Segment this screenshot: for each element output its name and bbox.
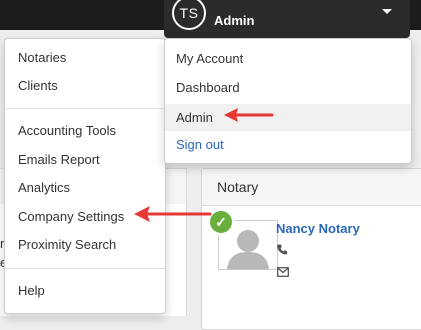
phone-icon: [277, 244, 287, 258]
menu-divider: [5, 268, 165, 269]
user-avatar: TS: [172, 0, 206, 30]
annotation-arrow-icon: [224, 108, 274, 122]
menu-item-dashboard[interactable]: Dashboard: [165, 76, 411, 100]
menu-item-emails-report[interactable]: Emails Report: [5, 148, 165, 172]
notary-panel-title: Notary: [202, 169, 421, 206]
account-dropdown-menu: My Account Dashboard Admin Sign out: [164, 38, 412, 164]
content-divider: [186, 168, 187, 316]
menu-item-help[interactable]: Help: [5, 279, 165, 303]
user-role-label: Admin: [214, 13, 255, 28]
menu-item-analytics[interactable]: Analytics: [5, 176, 165, 200]
menu-divider: [5, 108, 165, 109]
menu-item-my-account[interactable]: My Account: [165, 47, 411, 71]
menu-item-sign-out[interactable]: Sign out: [165, 133, 411, 157]
user-menu-toggle[interactable]: TS Admin: [164, 0, 410, 38]
menu-item-notaries[interactable]: Notaries: [5, 46, 165, 70]
menu-item-clients[interactable]: Clients: [5, 74, 165, 98]
main-navigation-menu: Notaries Clients Accounting Tools Emails…: [4, 38, 166, 314]
annotation-arrow-icon: [134, 206, 212, 222]
notary-panel: Notary ✓ Nancy Notary: [201, 168, 421, 330]
caret-down-icon: [382, 9, 392, 14]
notary-name-link[interactable]: Nancy Notary: [276, 221, 360, 236]
menu-item-admin[interactable]: Admin: [165, 104, 411, 131]
menu-item-proximity-search[interactable]: Proximity Search: [5, 233, 165, 257]
envelope-icon: [277, 266, 289, 280]
menu-item-accounting-tools[interactable]: Accounting Tools: [5, 119, 165, 143]
